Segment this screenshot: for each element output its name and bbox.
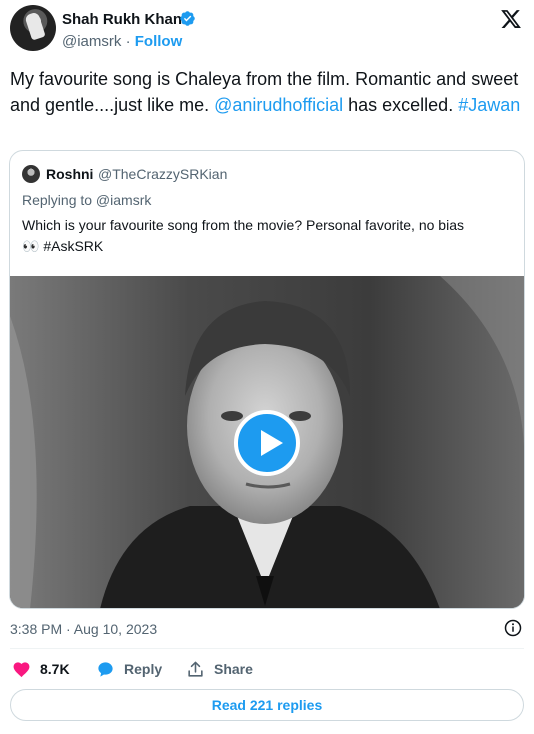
- x-logo-icon[interactable]: [500, 8, 522, 30]
- mention-link[interactable]: @anirudhofficial: [214, 95, 343, 115]
- eyes-emoji: 👀: [22, 238, 40, 254]
- share-label: Share: [214, 661, 253, 677]
- like-button[interactable]: 8.7K: [12, 659, 70, 679]
- quote-replying-to: Replying to @iamsrk: [22, 192, 152, 208]
- author-handle[interactable]: @iamsrk: [62, 33, 121, 50]
- heart-icon: [13, 661, 30, 677]
- tweet-text-middle: has excelled.: [343, 95, 459, 115]
- quote-text: Which is your favourite song from the mo…: [22, 215, 512, 257]
- verified-badge-icon: [180, 11, 195, 26]
- quote-hashtag[interactable]: #AskSRK: [43, 238, 103, 254]
- timestamp[interactable]: 3:38 PM · Aug 10, 2023: [10, 621, 157, 637]
- reply-bubble-icon: [98, 661, 113, 677]
- like-count: 8.7K: [40, 661, 70, 677]
- share-button[interactable]: Share: [186, 659, 253, 679]
- share-icon: [188, 661, 203, 677]
- quote-author-name[interactable]: Roshni: [46, 166, 93, 182]
- quote-author-handle: @TheCrazzySRKian: [98, 166, 228, 182]
- author-avatar[interactable]: [10, 5, 56, 51]
- follow-button[interactable]: Follow: [135, 33, 183, 50]
- handle-line: @iamsrk · Follow: [62, 33, 182, 50]
- read-replies-button[interactable]: Read 221 replies: [10, 689, 524, 721]
- separator: ·: [125, 33, 131, 50]
- reply-button[interactable]: Reply: [96, 659, 162, 679]
- video-player[interactable]: [10, 276, 524, 608]
- hashtag-link[interactable]: #Jawan: [458, 95, 520, 115]
- tweet-text: My favourite song is Chaleya from the fi…: [10, 66, 524, 118]
- quoted-tweet[interactable]: Roshni @TheCrazzySRKian Replying to @iam…: [9, 150, 525, 609]
- author-name[interactable]: Shah Rukh Khan: [62, 11, 182, 28]
- info-icon[interactable]: [504, 619, 522, 637]
- play-icon[interactable]: [234, 410, 300, 476]
- quote-avatar[interactable]: [22, 165, 40, 183]
- reply-label: Reply: [124, 661, 163, 677]
- divider: [10, 648, 524, 649]
- quote-text-body: Which is your favourite song from the mo…: [22, 217, 464, 233]
